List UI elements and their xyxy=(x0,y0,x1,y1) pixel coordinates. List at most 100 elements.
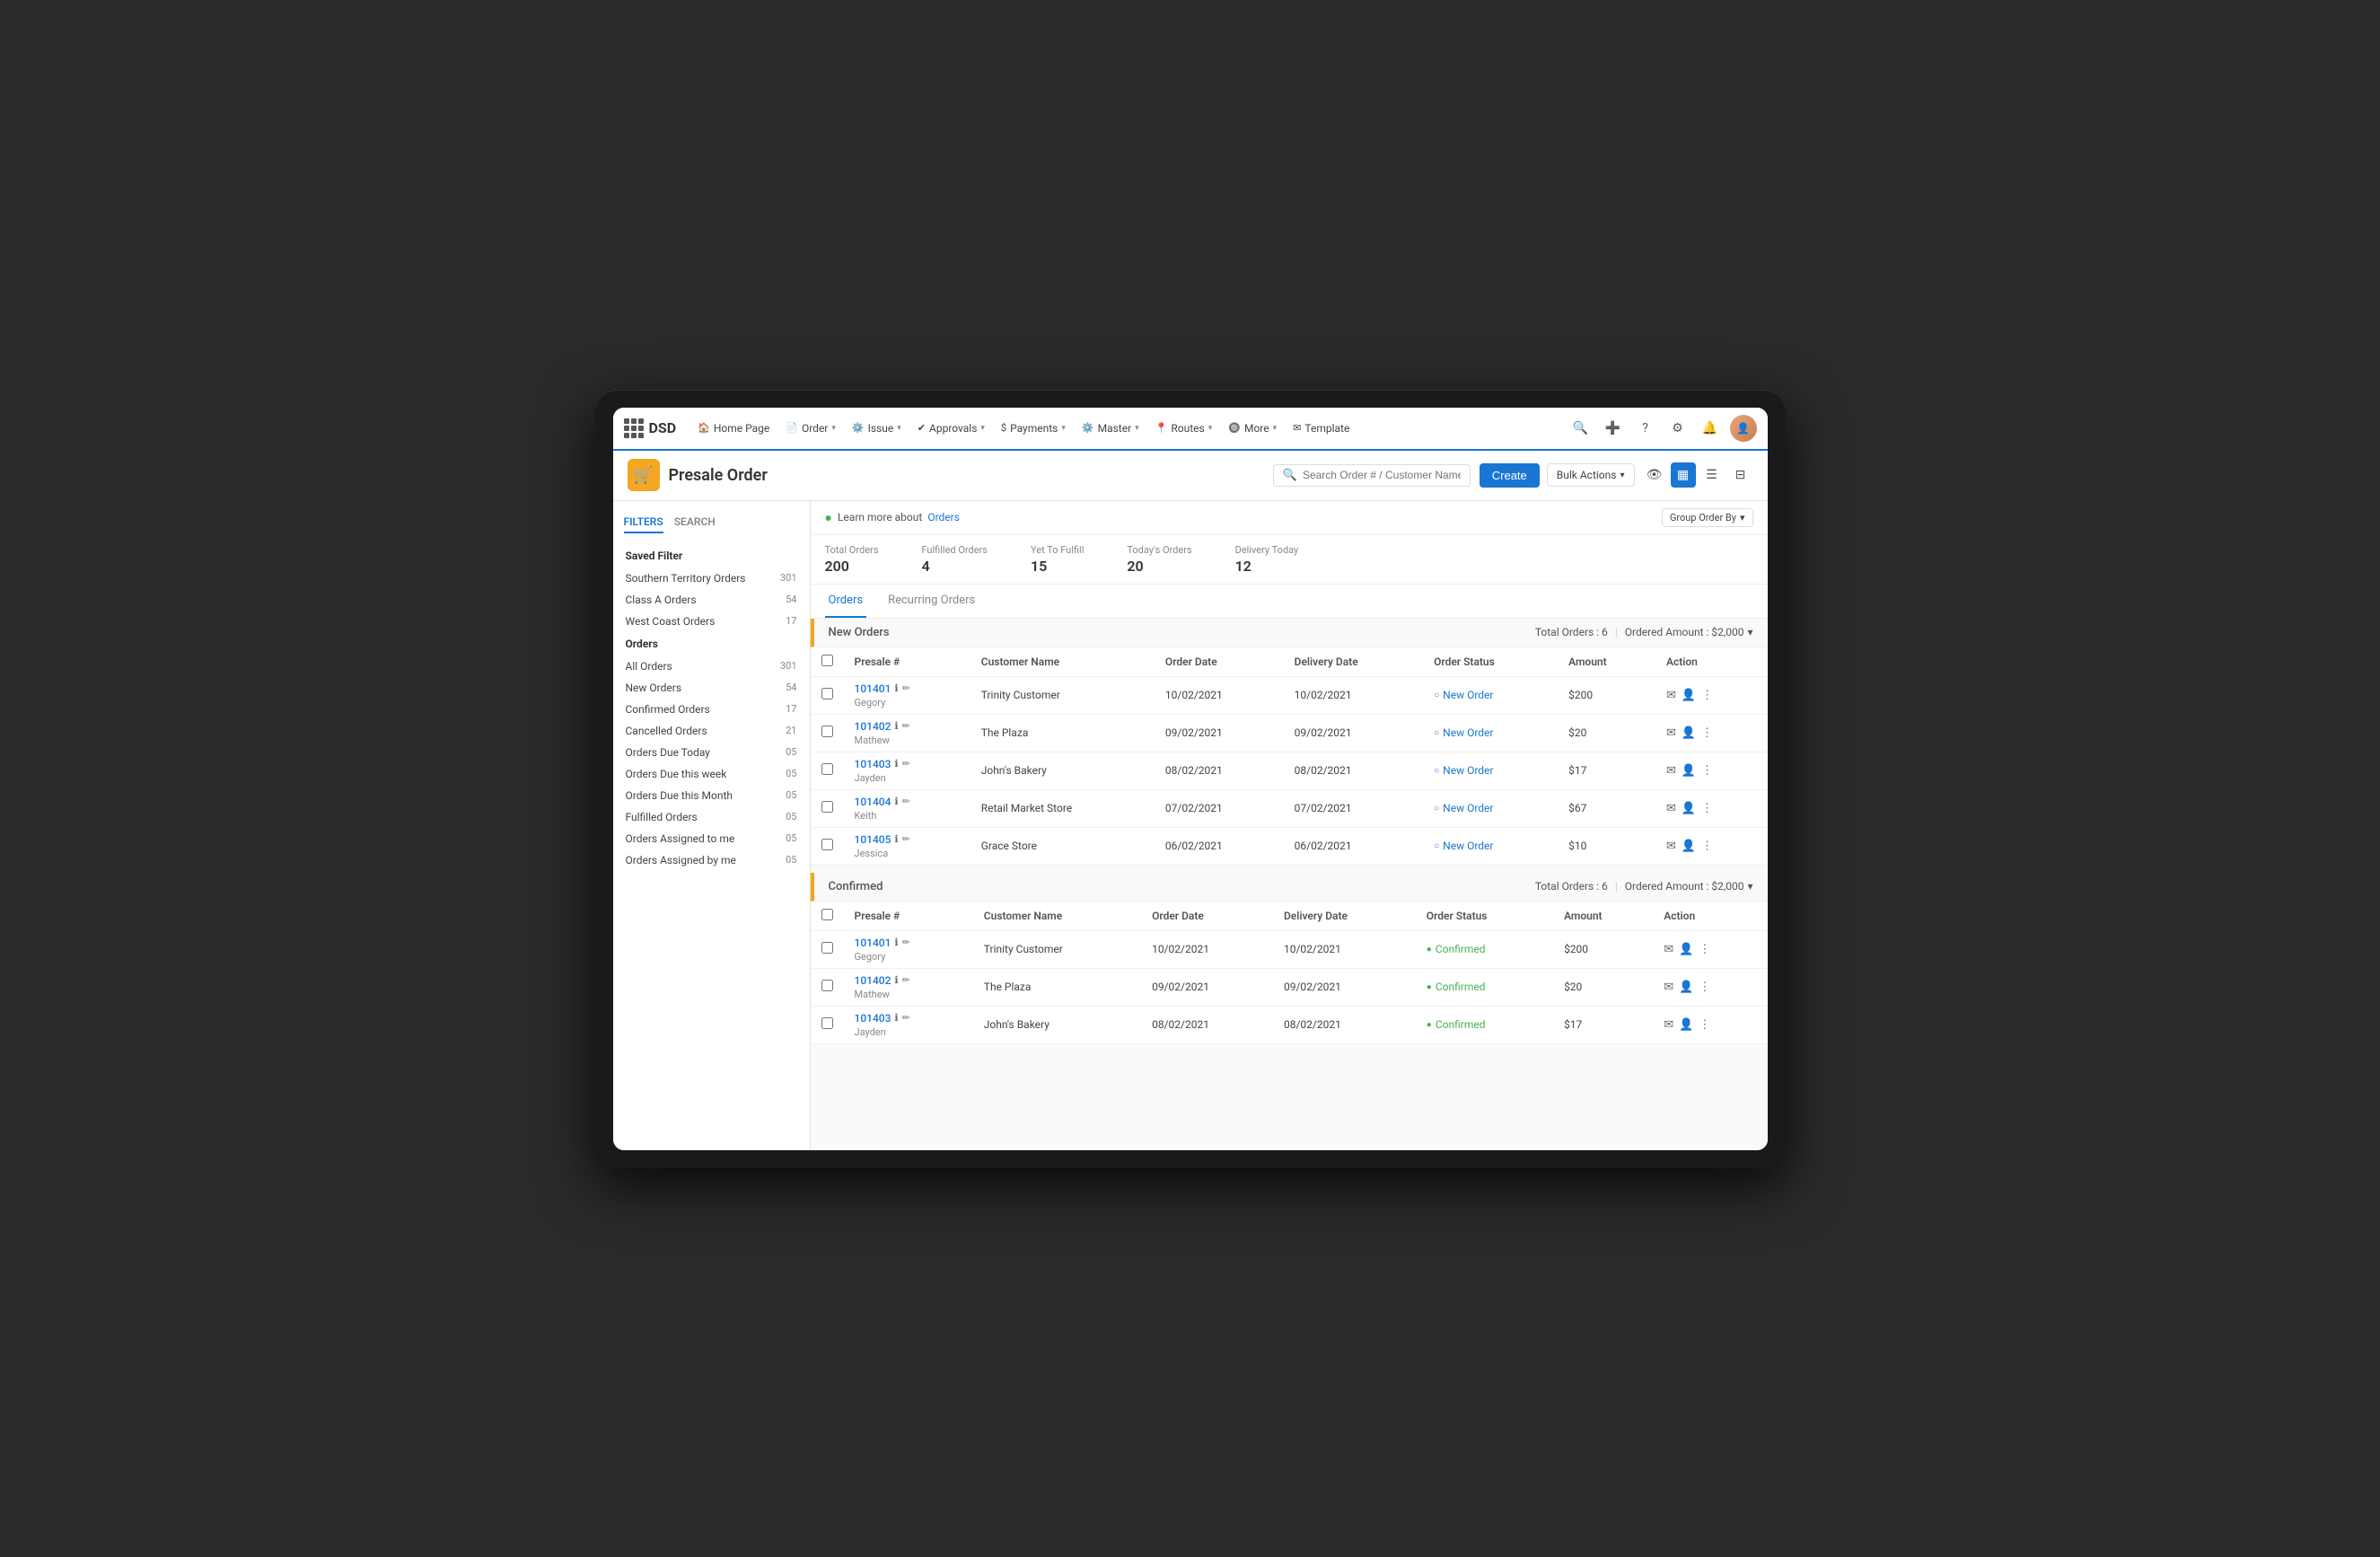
info-icon[interactable]: ℹ xyxy=(894,796,898,807)
nav-item-order[interactable]: 📄 Order ▾ xyxy=(778,418,843,438)
nav-item-more[interactable]: 🔘 More ▾ xyxy=(1221,418,1284,438)
user-action-icon[interactable]: 👤 xyxy=(1682,802,1696,815)
tab-orders[interactable]: Orders xyxy=(825,585,867,618)
nav-item-homepage[interactable]: 🏠 Home Page xyxy=(690,418,777,438)
filter-cancelled-orders[interactable]: Cancelled Orders 21 xyxy=(613,720,810,742)
settings-nav-button[interactable]: ⚙ xyxy=(1665,416,1691,441)
filter-west-coast[interactable]: West Coast Orders 17 xyxy=(613,611,810,632)
user-action-icon[interactable]: 👤 xyxy=(1682,726,1696,740)
user-action-icon[interactable]: 👤 xyxy=(1682,689,1696,702)
edit-icon[interactable]: ✏ xyxy=(902,720,910,732)
email-action-icon[interactable]: ✉ xyxy=(1666,726,1676,740)
email-action-icon[interactable]: ✉ xyxy=(1664,981,1673,994)
row-checkbox[interactable] xyxy=(821,688,833,699)
notifications-nav-button[interactable]: 🔔 xyxy=(1698,416,1723,441)
app-logo[interactable]: DSD xyxy=(624,418,677,438)
more-action-icon[interactable]: ⋮ xyxy=(1701,726,1713,740)
search-input[interactable] xyxy=(1303,469,1461,481)
create-button[interactable]: Create xyxy=(1480,463,1540,488)
order-number-link[interactable]: 101402 xyxy=(855,974,891,987)
filter-orders-due-week[interactable]: Orders Due this week 05 xyxy=(613,763,810,785)
nav-item-payments[interactable]: $ Payments ▾ xyxy=(994,418,1073,438)
info-icon[interactable]: ℹ xyxy=(894,758,898,770)
order-number-link[interactable]: 101405 xyxy=(855,833,891,846)
select-all-new-checkbox[interactable] xyxy=(821,655,833,666)
row-checkbox[interactable] xyxy=(821,942,833,954)
info-icon[interactable]: ℹ xyxy=(894,833,898,845)
info-icon[interactable]: ℹ xyxy=(894,1012,898,1024)
user-action-icon[interactable]: 👤 xyxy=(1679,981,1693,994)
filter-orders-due-today[interactable]: Orders Due Today 05 xyxy=(613,742,810,763)
edit-icon[interactable]: ✏ xyxy=(902,758,910,770)
email-action-icon[interactable]: ✉ xyxy=(1664,1018,1673,1032)
nav-item-master[interactable]: ⚙️ Master ▾ xyxy=(1075,418,1146,438)
email-action-icon[interactable]: ✉ xyxy=(1664,943,1673,956)
filter-assigned-by-me[interactable]: Orders Assigned by me 05 xyxy=(613,849,810,871)
bulk-actions-button[interactable]: Bulk Actions ▾ xyxy=(1547,463,1635,487)
filter-confirmed-orders[interactable]: Confirmed Orders 17 xyxy=(613,699,810,720)
columns-view-button[interactable]: ⊟ xyxy=(1728,462,1753,488)
grid-view-button[interactable]: ▦ xyxy=(1671,462,1696,488)
info-icon[interactable]: ℹ xyxy=(894,720,898,732)
edit-icon[interactable]: ✏ xyxy=(902,1012,910,1024)
order-number-link[interactable]: 101404 xyxy=(855,796,891,808)
order-number-link[interactable]: 101401 xyxy=(855,937,891,949)
user-action-icon[interactable]: 👤 xyxy=(1682,840,1696,853)
more-action-icon[interactable]: ⋮ xyxy=(1699,1018,1710,1032)
filter-southern-territory[interactable]: Southern Territory Orders 301 xyxy=(613,567,810,589)
row-checkbox[interactable] xyxy=(821,980,833,991)
nav-item-routes[interactable]: 📍 Routes ▾ xyxy=(1148,418,1220,438)
user-action-icon[interactable]: 👤 xyxy=(1679,943,1693,956)
row-checkbox[interactable] xyxy=(821,726,833,737)
filter-new-orders[interactable]: New Orders 54 xyxy=(613,677,810,699)
nav-item-issue[interactable]: ⚙️ Issue ▾ xyxy=(845,418,909,438)
filter-class-a[interactable]: Class A Orders 54 xyxy=(613,589,810,611)
order-number-link[interactable]: 101403 xyxy=(855,1012,891,1025)
eye-view-button[interactable]: 👁 xyxy=(1642,462,1667,488)
info-icon[interactable]: ℹ xyxy=(894,974,898,986)
order-number-link[interactable]: 101402 xyxy=(855,720,891,733)
more-action-icon[interactable]: ⋮ xyxy=(1701,840,1713,853)
row-checkbox[interactable] xyxy=(821,801,833,813)
tab-search[interactable]: SEARCH xyxy=(674,512,716,533)
help-nav-button[interactable]: ? xyxy=(1633,416,1658,441)
filter-orders-due-month[interactable]: Orders Due this Month 05 xyxy=(613,785,810,806)
add-nav-button[interactable]: ➕ xyxy=(1601,416,1626,441)
list-view-button[interactable]: ☰ xyxy=(1699,462,1725,488)
more-action-icon[interactable]: ⋮ xyxy=(1699,981,1710,994)
orders-link[interactable]: Orders xyxy=(927,511,960,523)
more-action-icon[interactable]: ⋮ xyxy=(1701,764,1713,778)
edit-icon[interactable]: ✏ xyxy=(902,682,910,694)
search-nav-button[interactable]: 🔍 xyxy=(1568,416,1594,441)
email-action-icon[interactable]: ✉ xyxy=(1666,689,1676,702)
order-number-link[interactable]: 101403 xyxy=(855,758,891,770)
user-avatar[interactable]: 👤 xyxy=(1730,415,1757,442)
nav-item-approvals[interactable]: ✔ Approvals ▾ xyxy=(910,418,992,438)
user-action-icon[interactable]: 👤 xyxy=(1682,764,1696,778)
row-checkbox[interactable] xyxy=(821,1017,833,1029)
tab-recurring-orders[interactable]: Recurring Orders xyxy=(884,585,979,618)
info-icon[interactable]: ℹ xyxy=(894,937,898,948)
more-action-icon[interactable]: ⋮ xyxy=(1701,802,1713,815)
group-order-by-dropdown[interactable]: Group Order By ▾ xyxy=(1662,508,1753,527)
email-action-icon[interactable]: ✉ xyxy=(1666,764,1676,778)
email-action-icon[interactable]: ✉ xyxy=(1666,840,1676,853)
filter-fulfilled-orders[interactable]: Fulfilled Orders 05 xyxy=(613,806,810,828)
order-number-link[interactable]: 101401 xyxy=(855,682,891,695)
edit-icon[interactable]: ✏ xyxy=(902,833,910,845)
edit-icon[interactable]: ✏ xyxy=(902,796,910,807)
row-checkbox[interactable] xyxy=(821,763,833,775)
tab-filters[interactable]: FILTERS xyxy=(624,512,663,533)
select-all-confirmed-checkbox[interactable] xyxy=(821,909,833,920)
search-box[interactable]: 🔍 xyxy=(1273,464,1471,487)
user-action-icon[interactable]: 👤 xyxy=(1679,1018,1693,1032)
filter-all-orders[interactable]: All Orders 301 xyxy=(613,655,810,677)
row-checkbox[interactable] xyxy=(821,839,833,850)
edit-icon[interactable]: ✏ xyxy=(902,937,910,948)
info-icon[interactable]: ℹ xyxy=(894,682,898,694)
filter-assigned-to-me[interactable]: Orders Assigned to me 05 xyxy=(613,828,810,849)
more-action-icon[interactable]: ⋮ xyxy=(1701,689,1713,702)
nav-item-template[interactable]: ✉ Template xyxy=(1286,418,1357,438)
email-action-icon[interactable]: ✉ xyxy=(1666,802,1676,815)
more-action-icon[interactable]: ⋮ xyxy=(1699,943,1710,956)
